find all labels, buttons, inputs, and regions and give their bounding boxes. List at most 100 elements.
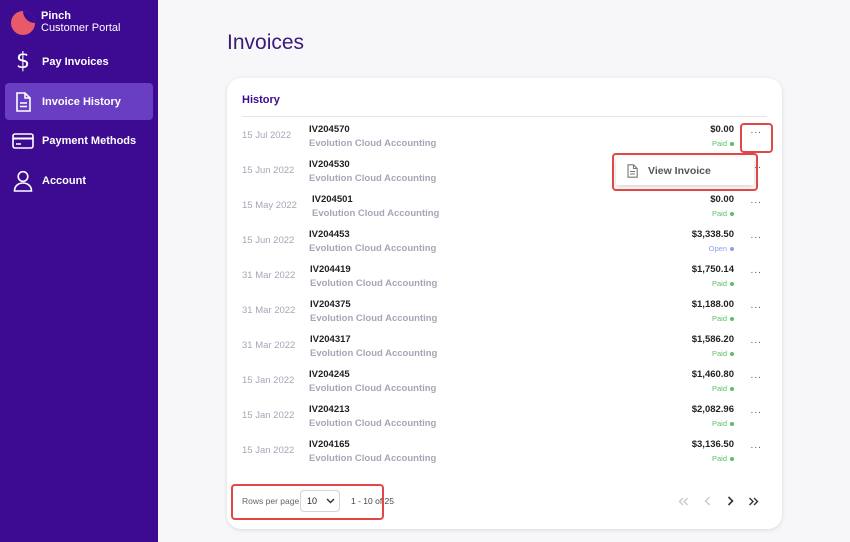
pinch-logo-icon [11, 11, 35, 35]
sidebar-item-invoice-history[interactable]: Invoice History [5, 83, 153, 120]
status-label: Paid [711, 314, 727, 323]
invoice-number[interactable]: IV204501 [312, 194, 353, 205]
invoice-client: Evolution Cloud Accounting [312, 208, 440, 219]
table-row[interactable]: 31 Mar 2022 IV204317 Evolution Cloud Acc… [227, 332, 782, 367]
status-dot [730, 351, 734, 356]
status-dot [730, 246, 734, 251]
invoice-number[interactable]: IV204419 [310, 264, 351, 275]
sidebar-item-pay-invoices[interactable]: $ Pay Invoices [5, 43, 153, 80]
invoice-number[interactable]: IV204317 [310, 334, 351, 345]
table-row[interactable]: 15 Jan 2022 IV204165 Evolution Cloud Acc… [227, 437, 782, 472]
invoice-date: 15 Jun 2022 [242, 235, 295, 246]
sidebar-item-label: Payment Methods [42, 134, 137, 147]
document-icon [11, 90, 35, 114]
invoice-amount: $0.00 [710, 194, 734, 205]
invoice-amount: $2,082.96 [691, 404, 734, 415]
first-page-icon[interactable] [675, 493, 691, 509]
invoice-client: Evolution Cloud Accounting [309, 243, 437, 254]
invoice-date: 31 Mar 2022 [242, 305, 296, 316]
invoice-date: 15 Jul 2022 [242, 130, 292, 141]
highlight-view-invoice [612, 153, 758, 191]
status-label: Paid [711, 139, 727, 148]
sidebar-item-label: Invoice History [42, 95, 121, 108]
more-options-icon[interactable]: ··· [747, 233, 765, 247]
status-dot [730, 386, 734, 391]
brand-name: Pinch [41, 10, 71, 22]
status-label: Paid [711, 349, 727, 358]
table-row[interactable]: 15 Jan 2022 IV204213 Evolution Cloud Acc… [227, 402, 782, 437]
more-options-icon[interactable]: ··· [747, 268, 765, 282]
invoice-client: Evolution Cloud Accounting [309, 383, 437, 394]
status-dot [730, 456, 734, 461]
invoice-number[interactable]: IV204165 [309, 439, 350, 450]
status-badge: Open [709, 244, 734, 253]
card-title: History [242, 94, 280, 106]
table-row[interactable]: 15 Jul 2022 IV204570 Evolution Cloud Acc… [227, 122, 782, 157]
last-page-icon[interactable] [745, 493, 761, 509]
invoice-number[interactable]: IV204530 [309, 159, 350, 170]
invoice-client: Evolution Cloud Accounting [310, 348, 438, 359]
invoice-date: 15 Jun 2022 [242, 165, 295, 176]
status-label: Paid [711, 279, 727, 288]
credit-card-icon [11, 129, 35, 153]
brand[interactable]: Pinch Customer Portal [11, 10, 120, 35]
highlight-more-button [740, 123, 773, 153]
status-label: Paid [711, 384, 727, 393]
status-badge: Paid [712, 419, 734, 428]
invoice-amount: $1,750.14 [691, 264, 734, 275]
invoice-date: 31 Mar 2022 [242, 270, 296, 281]
more-options-icon[interactable]: ··· [747, 443, 765, 457]
status-dot [730, 316, 734, 321]
next-page-icon[interactable] [722, 493, 738, 509]
prev-page-icon[interactable] [699, 493, 715, 509]
status-badge: Paid [712, 279, 734, 288]
status-badge: Paid [712, 209, 734, 218]
sidebar-item-payment-methods[interactable]: Payment Methods [5, 122, 153, 159]
status-dot [730, 421, 734, 426]
sidebar-item-label: Account [42, 174, 86, 187]
status-dot [730, 211, 734, 216]
invoice-date: 15 May 2022 [242, 200, 297, 211]
invoice-date: 15 Jan 2022 [242, 445, 295, 456]
more-options-icon[interactable]: ··· [747, 338, 765, 352]
status-label: Paid [711, 209, 727, 218]
invoice-amount: $1,188.00 [691, 299, 734, 310]
invoice-number[interactable]: IV204453 [309, 229, 350, 240]
invoice-client: Evolution Cloud Accounting [309, 173, 437, 184]
status-badge: Paid [712, 314, 734, 323]
status-label: Paid [711, 419, 727, 428]
divider [242, 116, 767, 117]
status-label: Paid [711, 454, 727, 463]
more-options-icon[interactable]: ··· [747, 373, 765, 387]
brand-text: Pinch Customer Portal [41, 10, 120, 34]
invoice-amount: $3,338.50 [691, 229, 734, 240]
invoice-number[interactable]: IV204213 [309, 404, 350, 415]
table-row[interactable]: 15 Jun 2022 IV204453 Evolution Cloud Acc… [227, 227, 782, 262]
dollar-icon: $ [16, 48, 30, 74]
invoice-date: 15 Jan 2022 [242, 375, 295, 386]
invoice-number[interactable]: IV204245 [309, 369, 350, 380]
more-options-icon[interactable]: ··· [747, 198, 765, 212]
invoice-amount: $1,586.20 [691, 334, 734, 345]
status-badge: Paid [712, 384, 734, 393]
user-icon [11, 169, 35, 193]
invoice-number[interactable]: IV204570 [309, 124, 350, 135]
table-row[interactable]: 31 Mar 2022 IV204419 Evolution Cloud Acc… [227, 262, 782, 297]
invoice-client: Evolution Cloud Accounting [310, 278, 438, 289]
status-dot [730, 141, 734, 146]
invoice-client: Evolution Cloud Accounting [309, 138, 437, 149]
table-row[interactable]: 15 Jan 2022 IV204245 Evolution Cloud Acc… [227, 367, 782, 402]
invoice-amount: $0.00 [710, 124, 734, 135]
status-dot [730, 281, 734, 286]
status-badge: Paid [712, 454, 734, 463]
sidebar-item-account[interactable]: Account [5, 162, 153, 199]
more-options-icon[interactable]: ··· [747, 303, 765, 317]
table-row[interactable]: 15 May 2022 IV204501 Evolution Cloud Acc… [227, 192, 782, 227]
table-row[interactable]: 31 Mar 2022 IV204375 Evolution Cloud Acc… [227, 297, 782, 332]
invoice-amount: $1,460.80 [691, 369, 734, 380]
sidebar-item-label: Pay Invoices [42, 55, 109, 68]
invoice-number[interactable]: IV204375 [310, 299, 351, 310]
invoice-client: Evolution Cloud Accounting [309, 453, 437, 464]
invoice-date: 15 Jan 2022 [242, 410, 295, 421]
more-options-icon[interactable]: ··· [747, 408, 765, 422]
